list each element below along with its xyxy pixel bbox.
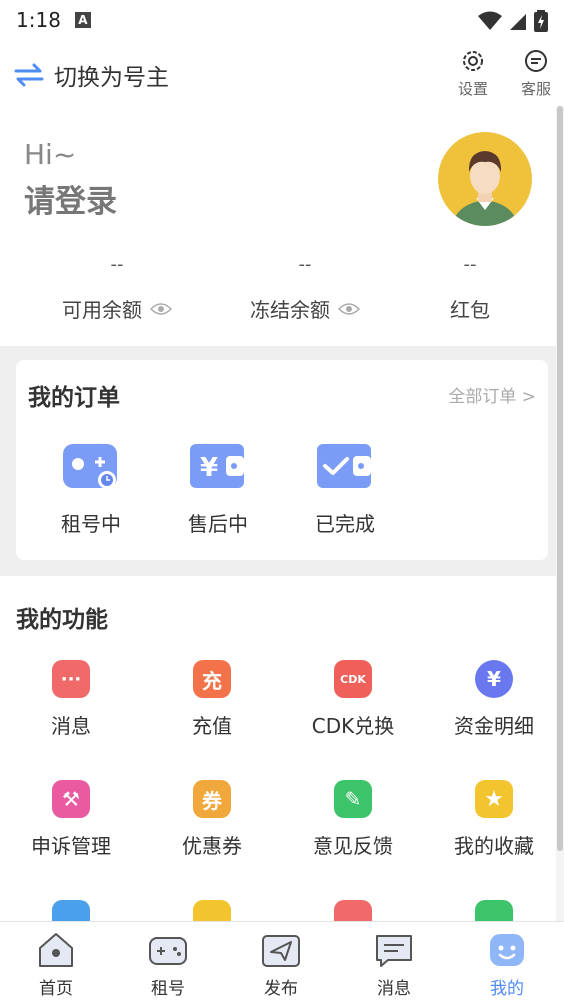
frozen-balance: -- 冻结余额 xyxy=(225,254,385,323)
all-orders-link[interactable]: 全部订单 > xyxy=(448,382,536,407)
notification-a-icon: A xyxy=(74,12,91,28)
func-recharge-label: 充值 xyxy=(192,714,232,738)
eye-icon[interactable] xyxy=(338,302,360,316)
red-packet-value: -- xyxy=(463,254,477,275)
switch-role-label: 切换为号主 xyxy=(54,65,169,91)
cdk-icon: CDK xyxy=(334,660,372,698)
nav-rent[interactable]: 租号 xyxy=(123,930,213,999)
swap-arrows-icon xyxy=(14,63,44,87)
profile-section: Hi~ 请登录 -- 可用余额 -- 冻结余额 -- 红包 xyxy=(0,106,556,346)
signal-icon xyxy=(510,14,526,30)
func-funds-label: 资金明细 xyxy=(454,714,534,738)
func-feedback[interactable]: ✎ 意见反馈 xyxy=(283,780,423,859)
bottom-navigation: 首页 租号 发布 消息 我的 xyxy=(0,921,564,1004)
order-after-sale-label: 售后中 xyxy=(188,512,248,536)
order-completed-label: 已完成 xyxy=(315,512,375,536)
status-bar: 1:18 A xyxy=(0,0,564,40)
gamepad-icon xyxy=(149,937,187,965)
switch-role-button[interactable]: 切换为号主 xyxy=(14,58,169,92)
func-coupon-label: 优惠券 xyxy=(182,834,242,858)
feedback-icon: ✎ xyxy=(334,780,372,818)
func-coupon[interactable]: 券 优惠券 xyxy=(142,780,282,859)
func-cdk[interactable]: CDK CDK兑换 xyxy=(283,660,423,739)
home-icon xyxy=(39,933,73,967)
login-link[interactable]: 请登录 xyxy=(24,176,117,221)
check-wallet-icon xyxy=(317,444,371,488)
avatar[interactable] xyxy=(438,132,532,226)
func-appeal-label: 申诉管理 xyxy=(31,834,111,858)
chat-bubble-icon xyxy=(525,50,547,72)
eye-icon[interactable] xyxy=(150,302,172,316)
func-appeal[interactable]: ⚒ 申诉管理 xyxy=(1,780,141,859)
order-after-sale[interactable]: ¥ 售后中 xyxy=(168,442,268,537)
functions-title: 我的功能 xyxy=(16,607,108,633)
recharge-icon: 充 xyxy=(193,660,231,698)
greeting-text: Hi~ xyxy=(24,138,77,171)
svg-text:¥: ¥ xyxy=(200,453,218,483)
func-message-label: 消息 xyxy=(51,714,91,738)
nav-mine[interactable]: 我的 xyxy=(462,930,552,999)
func-feedback-label: 意见反馈 xyxy=(313,834,393,858)
battery-icon xyxy=(534,10,548,32)
scrollbar-thumb[interactable] xyxy=(557,106,563,851)
func-funds[interactable]: ¥ 资金明细 xyxy=(424,660,564,739)
func-favorites-label: 我的收藏 xyxy=(454,834,534,858)
customer-service-button[interactable]: 客服 xyxy=(511,48,561,99)
status-time: 1:18 xyxy=(16,8,61,32)
frozen-balance-value: -- xyxy=(298,254,312,275)
scrollbar[interactable] xyxy=(556,106,564,921)
available-balance-value: -- xyxy=(110,254,124,275)
top-header: 切换为号主 设置 客服 xyxy=(0,40,564,106)
funds-icon: ¥ xyxy=(475,660,513,698)
orders-card: 我的订单 全部订单 > 租号中 ¥ 售后中 已完成 xyxy=(16,360,548,560)
coupon-icon: 券 xyxy=(193,780,231,818)
nav-messages-label: 消息 xyxy=(377,979,411,999)
yen-wallet-icon: ¥ xyxy=(190,444,244,488)
order-renting-label: 租号中 xyxy=(61,512,121,536)
chat-icon xyxy=(376,935,412,967)
red-packet-label: 红包 xyxy=(450,298,490,322)
nav-mine-label: 我的 xyxy=(490,979,524,999)
default-user-icon xyxy=(452,151,518,226)
nav-publish[interactable]: 发布 xyxy=(236,930,326,999)
smiley-icon xyxy=(490,934,524,966)
wifi-icon xyxy=(478,11,502,30)
available-balance: -- 可用余额 xyxy=(37,254,197,323)
func-favorites[interactable]: ★ 我的收藏 xyxy=(424,780,564,859)
gavel-icon: ⚒ xyxy=(52,780,90,818)
nav-messages[interactable]: 消息 xyxy=(349,930,439,999)
star-icon: ★ xyxy=(475,780,513,818)
orders-title: 我的订单 xyxy=(28,385,120,411)
status-icons xyxy=(478,10,548,32)
order-renting[interactable]: 租号中 xyxy=(41,442,141,537)
message-icon: ··· xyxy=(52,660,90,698)
func-recharge[interactable]: 充 充值 xyxy=(142,660,282,739)
settings-button[interactable]: 设置 xyxy=(448,48,498,99)
available-balance-label: 可用余额 xyxy=(62,298,142,322)
gamepad-clock-icon xyxy=(63,444,117,489)
paper-plane-icon xyxy=(262,935,300,967)
frozen-balance-label: 冻结余额 xyxy=(250,298,330,322)
nav-home[interactable]: 首页 xyxy=(11,930,101,999)
order-completed[interactable]: 已完成 xyxy=(295,442,395,537)
nav-rent-label: 租号 xyxy=(151,979,185,999)
red-packet[interactable]: -- 红包 xyxy=(390,254,550,323)
nav-home-label: 首页 xyxy=(39,979,73,999)
nav-publish-label: 发布 xyxy=(264,979,298,999)
func-cdk-label: CDK兑换 xyxy=(311,714,395,738)
settings-label: 设置 xyxy=(457,80,488,98)
customer-service-label: 客服 xyxy=(520,80,551,98)
func-message[interactable]: ··· 消息 xyxy=(1,660,141,739)
gear-icon xyxy=(463,51,483,71)
